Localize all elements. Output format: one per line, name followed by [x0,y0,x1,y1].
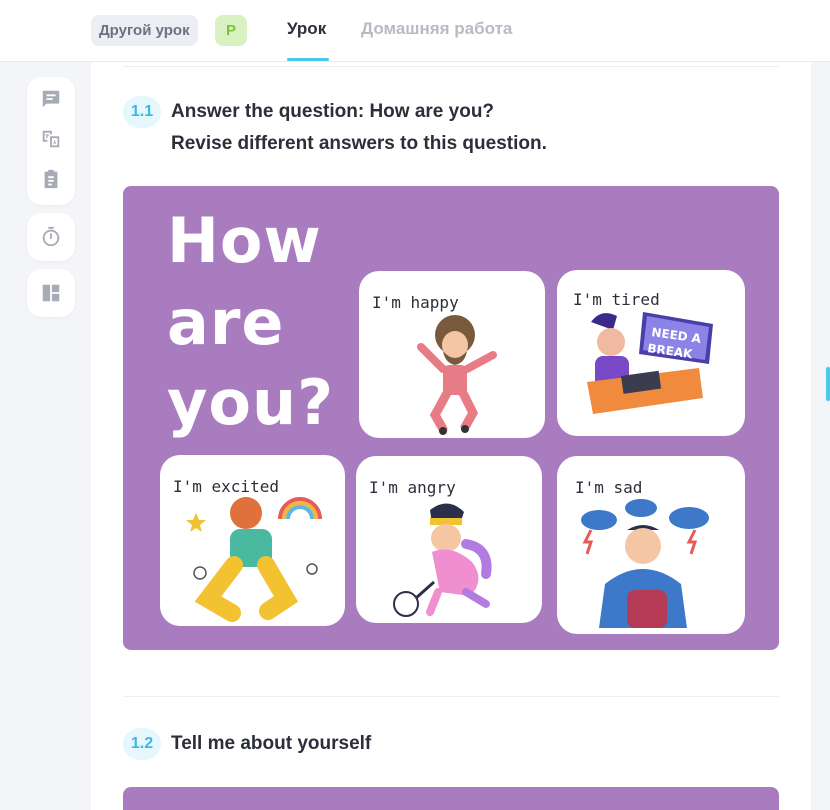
translate-button[interactable] [27,119,75,159]
angry-person-illustration [393,503,492,617]
task-title-line1: Answer the question: How are you? [171,101,495,122]
task-number-badge: 1.2 [123,728,161,760]
task-image: How are you? I'm happy I'm tired NEED A … [123,186,779,650]
right-panel-handle[interactable] [826,367,830,401]
panel-excited: I'm excited [160,455,345,626]
task-title-line2: Revise different answers to this questio… [171,133,547,154]
clipboard-icon [44,169,58,189]
user-avatar-badge[interactable]: Р [215,15,247,46]
notes-button[interactable] [27,159,75,199]
panel-label: I'm happy [372,293,459,312]
panel-sad: I'm sad [557,456,745,634]
panel-angry: I'm angry [356,456,542,623]
lesson-content: 1.1 Answer the question: How are you? Re… [91,62,811,810]
timer-icon [42,226,60,247]
dashboard-icon [42,284,60,302]
divider [123,66,779,67]
task-image [123,787,779,810]
translate-icon [42,130,60,148]
sidebar-layout-group [27,269,75,317]
panel-tired: I'm tired NEED A BREAK [557,270,745,436]
headline-word: How [167,204,322,277]
sad-person-illustration [581,499,709,628]
task-title: Tell me about yourself [171,733,372,754]
timer-button[interactable] [27,217,75,257]
divider [123,696,779,697]
task-number-badge: 1.1 [123,96,161,128]
panel-label: I'm angry [369,478,456,497]
tired-person-illustration: NEED A BREAK [587,312,713,414]
other-lesson-button[interactable]: Другой урок [91,15,198,46]
headline-word: you? [167,366,335,439]
active-tab-indicator [287,58,329,61]
top-bar: Другой урок Р Урок Домашняя работа [0,0,830,62]
tab-lesson[interactable]: Урок [287,19,326,39]
tab-homework[interactable]: Домашняя работа [361,19,512,39]
headline-word: are [167,286,285,359]
sidebar-tools-group [27,77,75,205]
happy-person-illustration [417,315,497,435]
layout-button[interactable] [27,273,75,313]
sidebar-timer-group [27,213,75,261]
panel-happy: I'm happy [359,271,545,438]
chat-icon [42,90,60,108]
excited-person-illustration [186,497,322,622]
chat-button[interactable] [27,79,75,119]
